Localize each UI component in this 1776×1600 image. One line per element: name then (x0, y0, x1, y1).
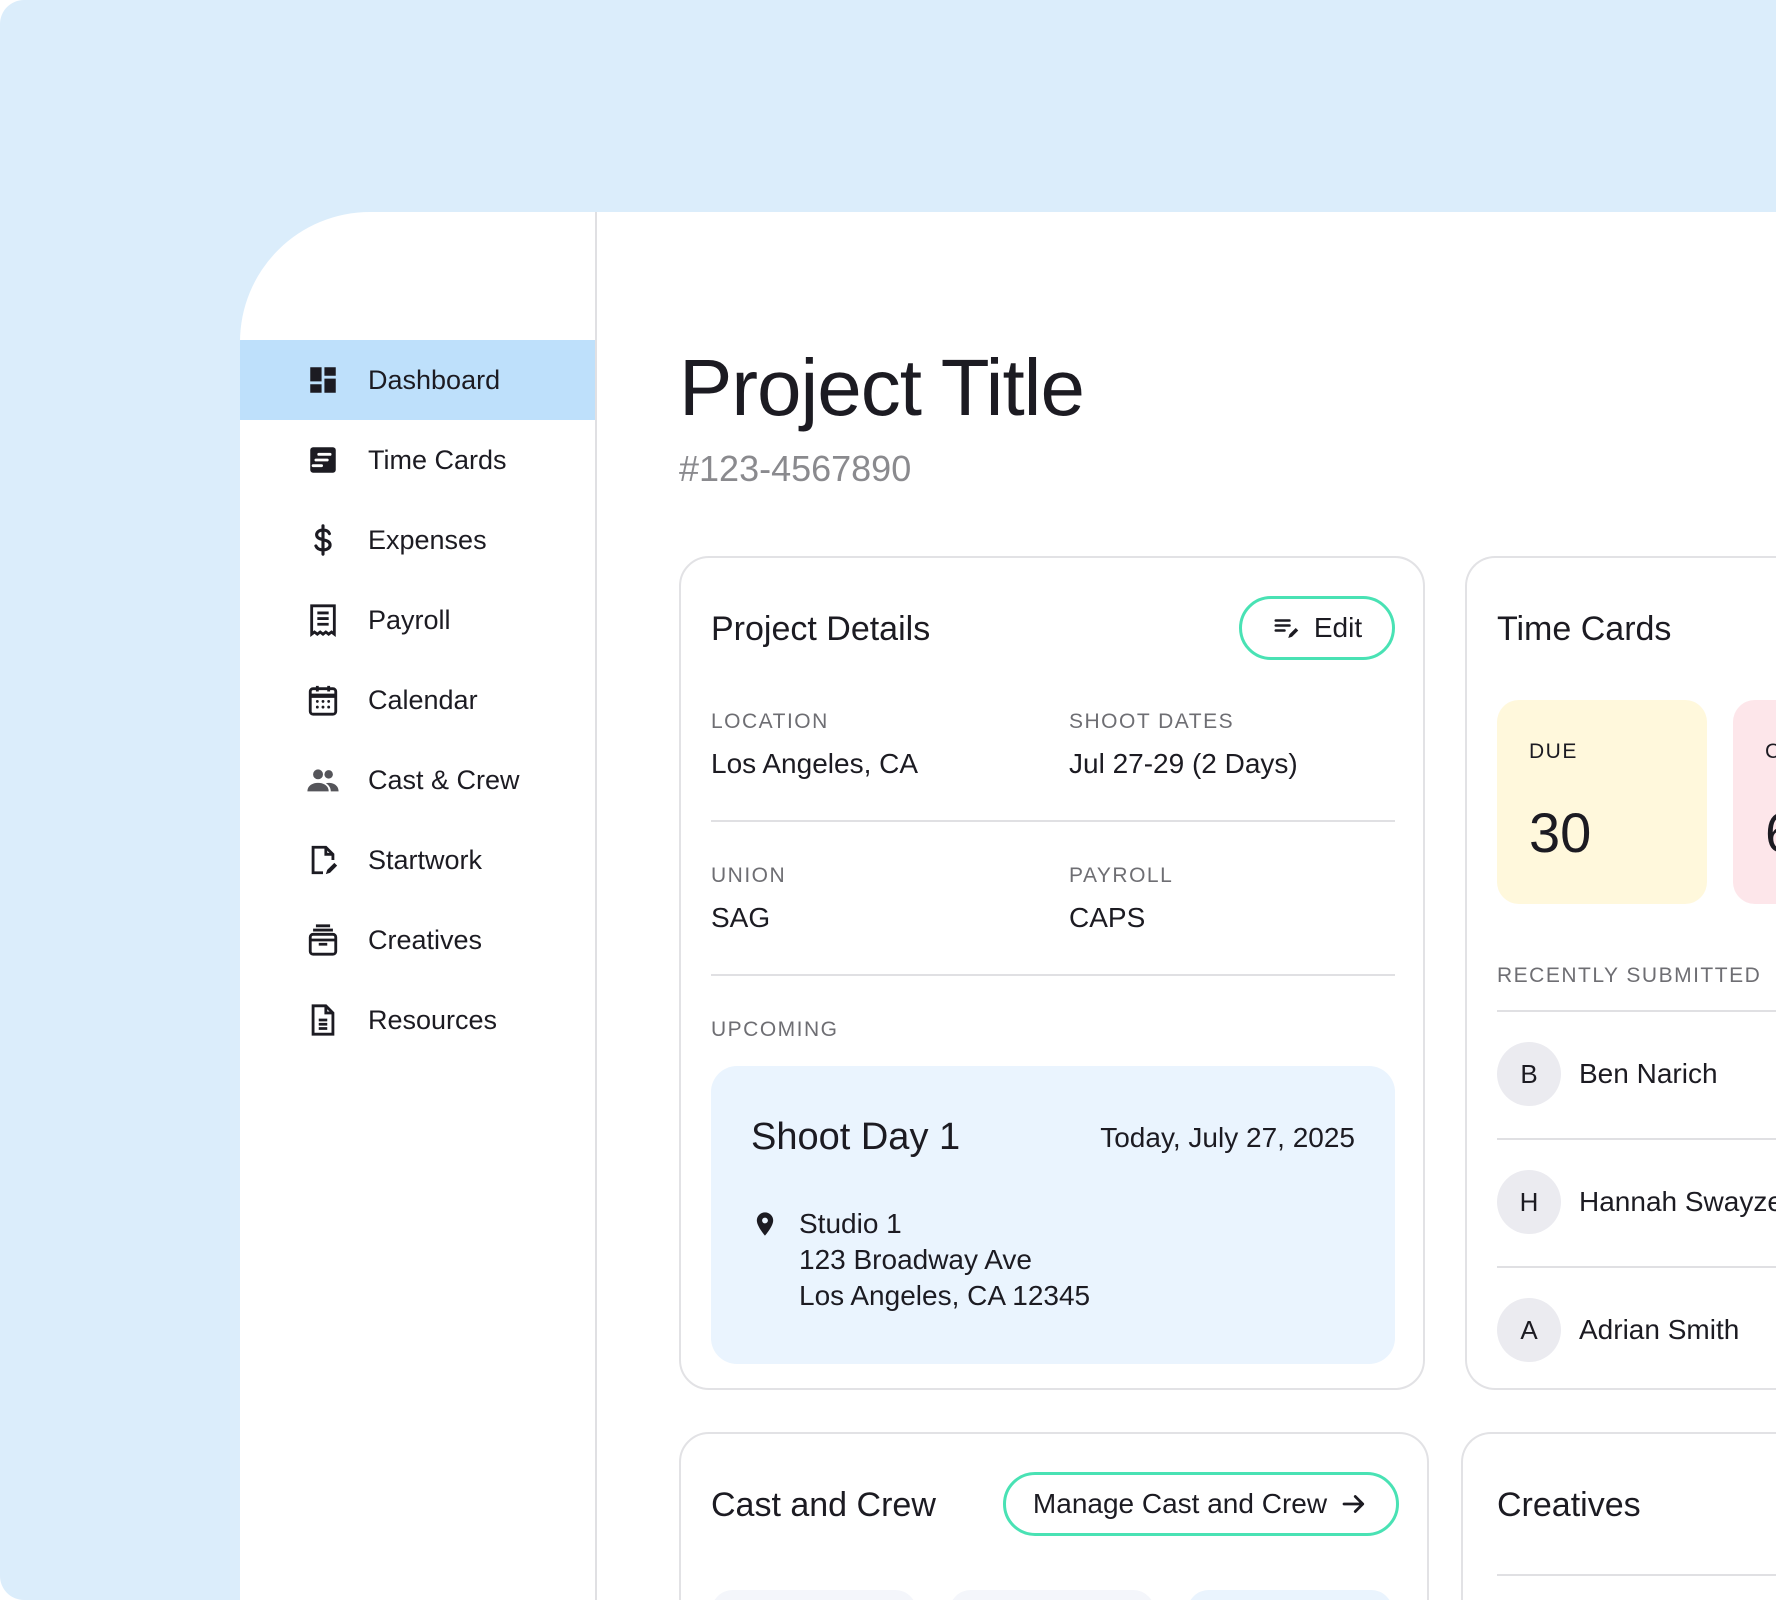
edit-button[interactable]: Edit (1239, 596, 1395, 660)
avatar: A (1497, 1298, 1561, 1362)
dashboard-icon (306, 363, 340, 397)
upcoming-label: UPCOMING (711, 1018, 839, 1041)
sidebar-item-dashboard[interactable]: Dashboard (240, 340, 595, 420)
union-value: SAG (711, 902, 771, 933)
time-cards-card: Time Cards DUE 30 C 6 RECENTLY SUBMITTED… (1465, 556, 1776, 1390)
sidebar-item-creatives[interactable]: Creatives (240, 900, 595, 980)
shoot-dates-label: SHOOT DATES (1069, 710, 1235, 733)
main-content: Project Title #123-4567890 Project Detai… (597, 212, 1776, 1600)
sidebar-item-startwork[interactable]: Startwork (240, 820, 595, 900)
archive-icon (306, 923, 340, 957)
file-edit-icon (306, 843, 340, 877)
sidebar-item-label: Time Cards (368, 444, 507, 475)
payroll-field: PAYROLL CAPS (1069, 864, 1173, 934)
sidebar-item-label: Dashboard (368, 364, 501, 395)
address-line: 123 Broadway Ave (799, 1244, 1032, 1275)
sidebar-nav: Dashboard Time Cards Expenses Payroll Ca… (240, 340, 595, 1060)
sidebar-item-time-cards[interactable]: Time Cards (240, 420, 595, 500)
app-window: Dashboard Time Cards Expenses Payroll Ca… (240, 212, 1776, 1600)
sidebar-item-label: Cast & Crew (368, 764, 520, 795)
card-title: Cast and Crew (711, 1486, 936, 1524)
sidebar-item-label: Startwork (368, 844, 483, 875)
cast-crew-card: Cast and Crew Manage Cast and Crew (679, 1432, 1429, 1600)
sidebar-item-expenses[interactable]: Expenses (240, 500, 595, 580)
due-label: DUE (1529, 740, 1578, 763)
second-stat-value: 6 (1765, 800, 1776, 865)
crew-card[interactable] (949, 1590, 1155, 1600)
manage-button-label: Manage Cast and Crew (1032, 1488, 1328, 1519)
shoot-dates-field: SHOOT DATES Jul 27-29 (2 Days) (1069, 710, 1298, 780)
address-line: Los Angeles, CA 12345 (799, 1280, 1091, 1311)
second-stat-label: C (1765, 740, 1776, 763)
crew-card[interactable] (711, 1590, 917, 1600)
due-value: 30 (1529, 801, 1592, 864)
recently-submitted-label: RECENTLY SUBMITTED (1497, 964, 1762, 987)
location-value: Los Angeles, CA (711, 748, 919, 779)
crew-card[interactable] (1187, 1590, 1393, 1600)
document-icon (306, 1003, 340, 1037)
card-title: Time Cards (1497, 610, 1672, 648)
union-field: UNION SAG (711, 864, 786, 934)
sidebar: Dashboard Time Cards Expenses Payroll Ca… (240, 212, 597, 1600)
people-icon (306, 763, 340, 797)
sidebar-item-calendar[interactable]: Calendar (240, 660, 595, 740)
list-item[interactable]: B Ben Narich (1497, 1010, 1776, 1138)
event-address: Studio 1 123 Broadway Ave Los Angeles, C… (799, 1206, 1090, 1314)
divider (1497, 1574, 1776, 1576)
sidebar-item-payroll[interactable]: Payroll (240, 580, 595, 660)
payroll-value: CAPS (1069, 902, 1146, 933)
edit-button-label: Edit (1313, 612, 1363, 643)
location-pin-icon (756, 1212, 774, 1236)
card-title: Creatives (1497, 1486, 1641, 1524)
edit-icon (1274, 619, 1299, 638)
upcoming-event-card[interactable]: Shoot Day 1 Today, July 27, 2025 Studio … (711, 1066, 1395, 1364)
page-title: Project Title (679, 343, 1085, 432)
event-date: Today, July 27, 2025 (1100, 1122, 1355, 1153)
sidebar-item-label: Calendar (368, 684, 478, 715)
payroll-label: PAYROLL (1069, 864, 1174, 887)
arrow-right-icon (1342, 1495, 1365, 1513)
time-cards-icon (306, 443, 340, 477)
person-name: Hannah Swayze (1579, 1186, 1776, 1217)
sidebar-item-label: Creatives (368, 924, 483, 955)
due-stat[interactable]: DUE 30 (1497, 700, 1707, 904)
avatar: H (1497, 1170, 1561, 1234)
card-title: Project Details (711, 610, 931, 648)
divider (711, 974, 1395, 976)
sidebar-item-cast-crew[interactable]: Cast & Crew (240, 740, 595, 820)
list-item[interactable]: A Adrian Smith (1497, 1266, 1776, 1394)
event-name: Shoot Day 1 (751, 1116, 961, 1158)
address-line: Studio 1 (799, 1208, 902, 1239)
union-label: UNION (711, 864, 787, 887)
shoot-dates-value: Jul 27-29 (2 Days) (1069, 748, 1298, 779)
location-field: LOCATION Los Angeles, CA (711, 710, 918, 780)
manage-cast-crew-button[interactable]: Manage Cast and Crew (1003, 1472, 1399, 1536)
second-stat[interactable]: C 6 (1733, 700, 1776, 904)
project-id: #123-4567890 (679, 448, 912, 489)
receipt-icon (306, 603, 340, 637)
sidebar-item-label: Expenses (368, 524, 487, 555)
divider (711, 820, 1395, 822)
sidebar-item-label: Payroll (368, 604, 451, 635)
creatives-card: Creatives (1461, 1432, 1776, 1600)
sidebar-item-resources[interactable]: Resources (240, 980, 595, 1060)
location-label: LOCATION (711, 710, 829, 733)
person-name: Ben Narich (1579, 1058, 1718, 1089)
avatar: B (1497, 1042, 1561, 1106)
calendar-icon (306, 683, 340, 717)
dollar-icon (306, 523, 340, 557)
sidebar-item-label: Resources (368, 1004, 498, 1035)
project-details-card: Project Details Edit LOCATION Los Angele… (679, 556, 1425, 1390)
person-name: Adrian Smith (1579, 1314, 1740, 1345)
list-item[interactable]: H Hannah Swayze (1497, 1138, 1776, 1266)
